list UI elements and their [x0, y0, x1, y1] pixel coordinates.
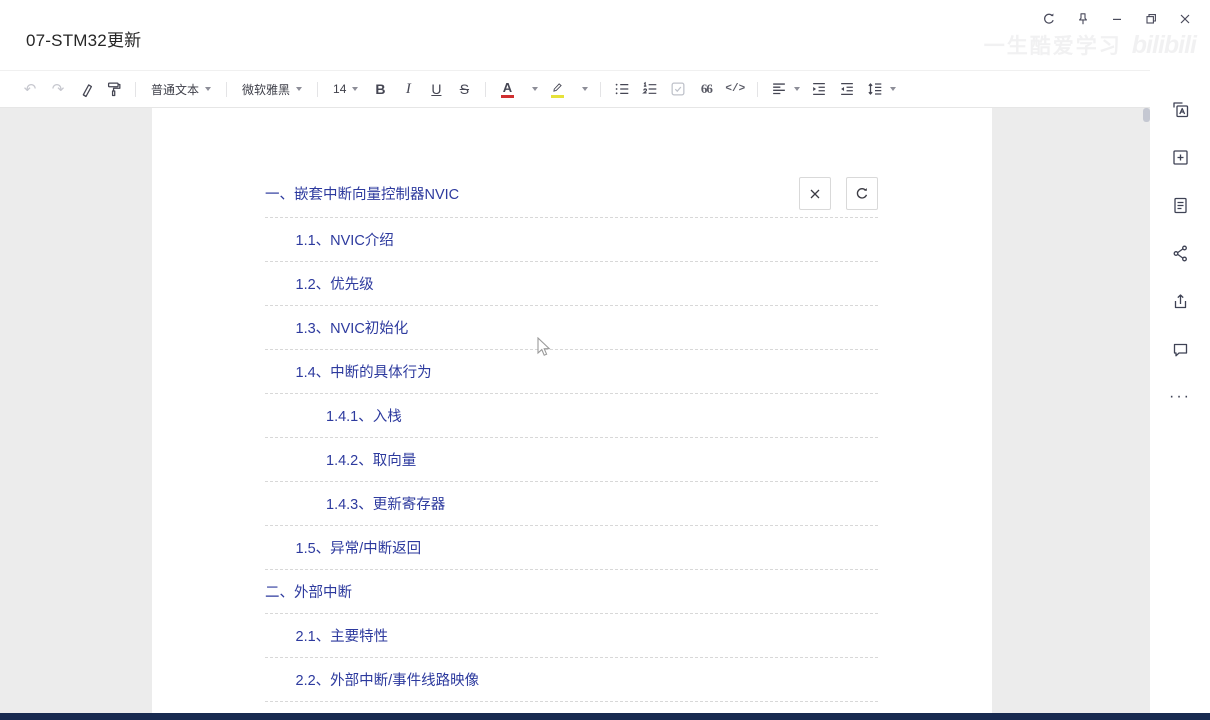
- outline-row: 1.4.3、更新寄存器: [265, 482, 878, 526]
- highlight-dropdown-icon[interactable]: [573, 76, 591, 102]
- outline-link[interactable]: 1.4、中断的具体行为: [296, 361, 432, 382]
- title-bar: 07-STM32更新 一生酷爱学习 bilibili: [0, 0, 1210, 70]
- numbered-list-icon[interactable]: [638, 76, 662, 102]
- font-color-dropdown-icon[interactable]: [523, 76, 541, 102]
- insert-plus-icon[interactable]: [1166, 143, 1194, 171]
- code-block-icon[interactable]: </>: [722, 76, 748, 102]
- task-checkbox-icon[interactable]: [666, 76, 690, 102]
- toolbar-separator: [226, 81, 228, 97]
- font-size-dropdown[interactable]: 14: [327, 76, 364, 102]
- outline-row: 2.2、外部中断/事件线路映像: [265, 658, 878, 702]
- bilibili-watermark: 一生酷爱学习 bilibili: [983, 30, 1197, 60]
- outline-row: 一、嵌套中断向量控制器NVIC: [265, 170, 878, 218]
- outline-link[interactable]: 1.4.2、取向量: [326, 449, 416, 470]
- outline-link[interactable]: 1.4.3、更新寄存器: [326, 493, 445, 514]
- outline-link[interactable]: 1.3、NVIC初始化: [296, 317, 409, 338]
- restore-icon[interactable]: [1134, 6, 1168, 32]
- format-painter-icon[interactable]: [102, 76, 126, 102]
- window-controls: [1032, 6, 1202, 32]
- outline-row: 1.2、优先级: [265, 262, 878, 306]
- chevron-down-icon: [205, 87, 212, 91]
- export-icon[interactable]: [1166, 287, 1194, 315]
- close-button[interactable]: [799, 177, 831, 210]
- alignment-dropdown[interactable]: [767, 76, 803, 102]
- outline-row: 1.3、NVIC初始化: [265, 306, 878, 350]
- sync-icon[interactable]: [1032, 6, 1066, 32]
- font-color-swatch: [500, 94, 514, 98]
- clear-format-icon[interactable]: [74, 76, 98, 102]
- blockquote-icon[interactable]: 66: [694, 76, 718, 102]
- text-style-dropdown[interactable]: 普通文本: [145, 76, 217, 102]
- toolbar-separator: [600, 81, 602, 97]
- redo-icon[interactable]: ↷: [46, 76, 70, 102]
- undo-icon[interactable]: ↶: [18, 76, 42, 102]
- more-options-icon[interactable]: ···: [1166, 383, 1194, 411]
- outline-link[interactable]: 二、外部中断: [265, 581, 352, 602]
- outline-link[interactable]: 2.1、主要特性: [296, 625, 389, 646]
- pin-icon[interactable]: [1066, 6, 1100, 32]
- bilibili-logo: bilibili: [1131, 31, 1197, 59]
- toolbar-separator: [317, 81, 319, 97]
- chevron-down-icon: [794, 87, 801, 91]
- outline-row: 1.5、异常/中断返回: [265, 526, 878, 570]
- outline-row: 1.4.2、取向量: [265, 438, 878, 482]
- bold-button[interactable]: B: [368, 76, 392, 102]
- minimize-icon[interactable]: [1100, 6, 1134, 32]
- toolbar-separator: [757, 81, 759, 97]
- translate-icon[interactable]: [1166, 95, 1194, 123]
- outline-row: 二、外部中断: [265, 570, 878, 614]
- close-window-icon[interactable]: [1168, 6, 1202, 32]
- reload-button[interactable]: [846, 177, 878, 210]
- font-family-dropdown[interactable]: 微软雅黑: [236, 76, 308, 102]
- share-icon[interactable]: [1166, 239, 1194, 267]
- document-title: 07-STM32更新: [26, 31, 142, 50]
- outline-link[interactable]: 1.2、优先级: [296, 273, 374, 294]
- indent-decrease-icon[interactable]: [835, 76, 859, 102]
- chevron-down-icon: [352, 87, 359, 91]
- outline-row: 1.4.1、入栈: [265, 394, 878, 438]
- bottom-bar: [0, 713, 1210, 720]
- chevron-down-icon: [296, 87, 303, 91]
- outline-row: 1.1、NVIC介绍: [265, 218, 878, 262]
- right-icon-rail: ···: [1150, 70, 1210, 713]
- highlight-color-swatch: [550, 94, 564, 98]
- outline-link[interactable]: 1.5、异常/中断返回: [296, 537, 422, 558]
- format-toolbar: ↶ ↷ 普通文本 微软雅黑 14 B I U S A 66 </>: [0, 70, 1150, 108]
- highlight-button[interactable]: [545, 76, 569, 102]
- watermark-text: 一生酷爱学习: [983, 35, 1122, 58]
- outline-link[interactable]: 2.2、外部中断/事件线路映像: [296, 669, 480, 690]
- chevron-down-icon: [890, 87, 897, 91]
- outline-row: 2.1、主要特性: [265, 614, 878, 658]
- toolbar-separator: [135, 81, 136, 97]
- outline-link[interactable]: 1.4.1、入栈: [326, 405, 402, 426]
- bullet-list-icon[interactable]: [610, 76, 634, 102]
- vertical-scrollbar[interactable]: [1143, 108, 1150, 122]
- outline-row: 2.3、EXTI相关数据结构与函数说明: [265, 702, 878, 713]
- toolbar-separator: [485, 81, 487, 97]
- outline-link[interactable]: 1.1、NVIC介绍: [296, 229, 394, 250]
- underline-button[interactable]: U: [424, 76, 448, 102]
- indent-increase-icon[interactable]: [807, 76, 831, 102]
- row-actions: [799, 177, 878, 210]
- outline-link[interactable]: 一、嵌套中断向量控制器NVIC: [265, 183, 459, 204]
- outline-document-icon[interactable]: [1166, 191, 1194, 219]
- outline-row: 1.4、中断的具体行为: [265, 350, 878, 394]
- line-spacing-dropdown[interactable]: [863, 76, 899, 102]
- outline-list: 一、嵌套中断向量控制器NVIC 1.1、NVIC介绍 1.2、优先级 1.3、N…: [265, 170, 878, 713]
- strikethrough-button[interactable]: S: [452, 76, 476, 102]
- font-color-button[interactable]: A: [495, 76, 519, 102]
- italic-button[interactable]: I: [396, 76, 420, 102]
- editor-canvas: 一、嵌套中断向量控制器NVIC 1.1、NVIC介绍 1.2、优先级 1.3、N…: [0, 108, 1150, 713]
- comment-icon[interactable]: [1166, 335, 1194, 363]
- document-page[interactable]: 一、嵌套中断向量控制器NVIC 1.1、NVIC介绍 1.2、优先级 1.3、N…: [152, 108, 992, 713]
